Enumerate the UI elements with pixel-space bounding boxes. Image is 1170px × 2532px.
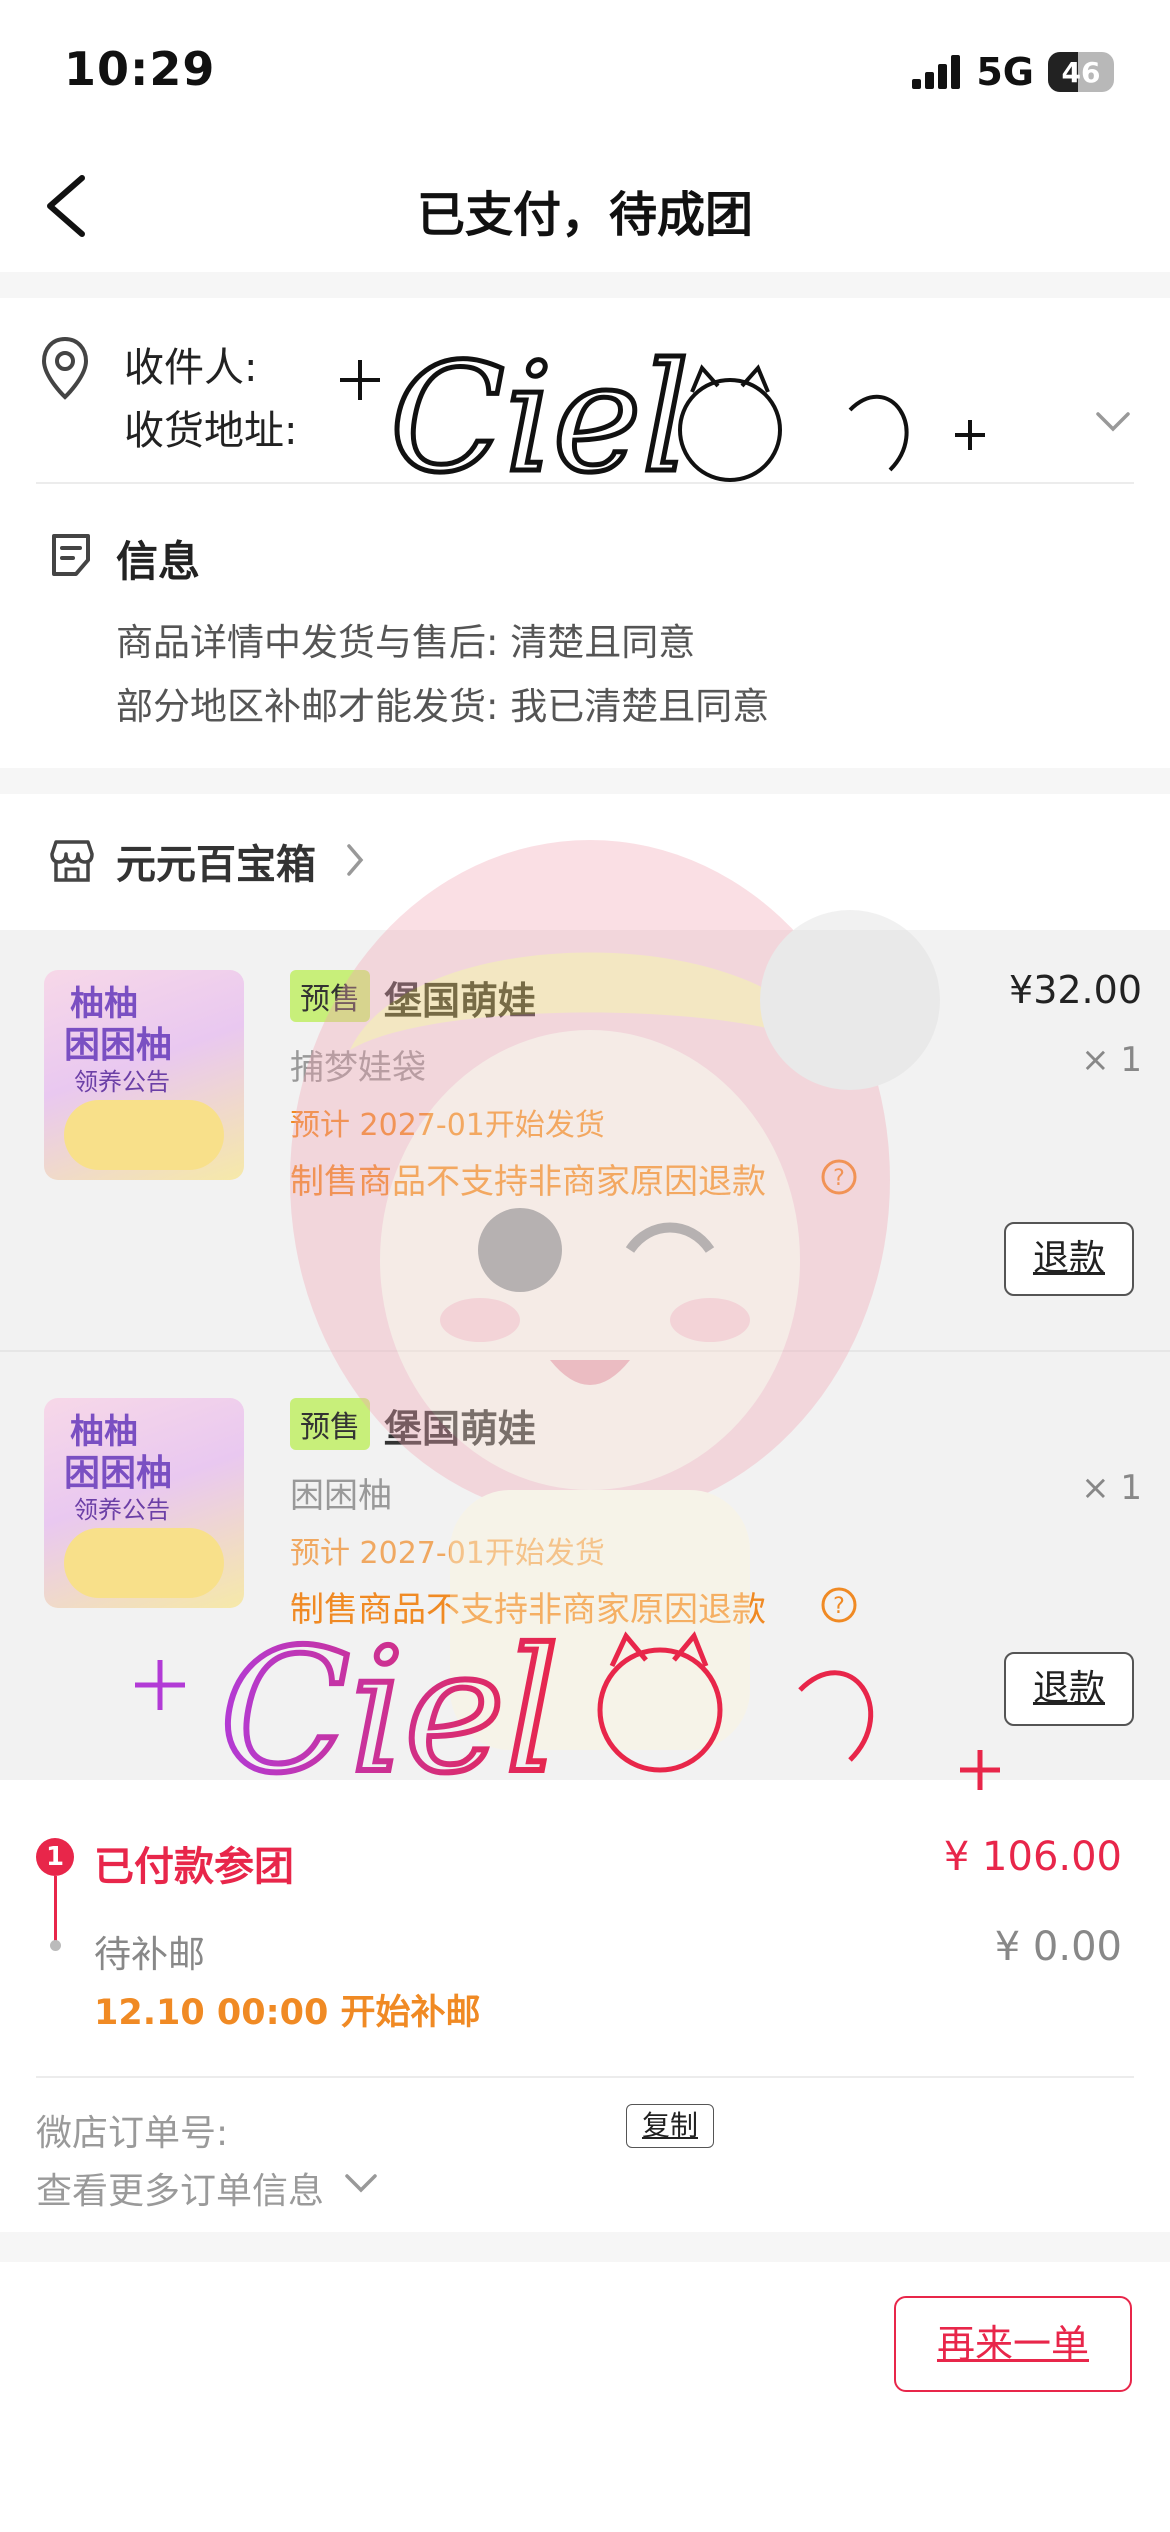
- product-name: 堡国萌娃: [384, 1407, 537, 1451]
- presale-tag: 预售: [290, 1398, 370, 1450]
- pending-amount: ¥ 0.00: [994, 1924, 1122, 1970]
- product-qty: × 1: [1081, 1040, 1142, 1080]
- section-gap: [0, 768, 1170, 794]
- pending-note: 12.10 00:00 开始补邮: [94, 1993, 481, 2033]
- timeline-line: [54, 1876, 57, 1942]
- presale-tag: 预售: [290, 970, 370, 1022]
- product-variant: 捕梦娃袋: [290, 1048, 426, 1088]
- help-icon[interactable]: ?: [820, 1586, 858, 1624]
- refund-policy: 制售商品不支持非商家原因退款: [290, 1590, 766, 1630]
- product-thumbnail: 柚柚 困困柚 领养公告: [44, 1398, 244, 1608]
- product-price: ¥32.00: [1009, 968, 1142, 1012]
- pending-label: 待补邮: [94, 1933, 205, 1976]
- section-gap: [0, 272, 1170, 298]
- timeline-dot: [50, 1940, 61, 1951]
- step-badge: 1: [36, 1838, 74, 1876]
- refund-button[interactable]: 退款: [1004, 1652, 1134, 1726]
- order-number-label: 微店订单号:: [36, 2113, 229, 2154]
- divider: [36, 2076, 1134, 2078]
- status-time: 10:29: [64, 42, 216, 96]
- chevron-down-icon[interactable]: [1095, 410, 1131, 434]
- refund-policy: 制售商品不支持非商家原因退款: [290, 1162, 766, 1202]
- info-note-icon: [52, 534, 90, 576]
- product-name: 堡国萌娃: [384, 979, 537, 1023]
- product-thumbnail: 柚柚 困困柚 领养公告: [44, 970, 244, 1180]
- product-variant: 困困柚: [290, 1476, 392, 1516]
- chevron-right-icon[interactable]: [345, 842, 365, 878]
- copy-button[interactable]: 复制: [626, 2104, 714, 2148]
- help-icon[interactable]: ?: [820, 1158, 858, 1196]
- paid-amount: ¥ 106.00: [943, 1834, 1122, 1880]
- ship-note: 预计 2027-01开始发货: [290, 1536, 605, 1571]
- reorder-button[interactable]: 再来一单: [894, 2296, 1132, 2392]
- chevron-down-icon[interactable]: [344, 2172, 378, 2196]
- svg-text:?: ?: [833, 1594, 845, 1619]
- info-line: 部分地区补邮才能发货: 我已清楚且同意: [116, 685, 770, 728]
- refund-button[interactable]: 退款: [1004, 1222, 1134, 1296]
- divider: [36, 482, 1134, 484]
- page-title: 已支付，待成团: [416, 187, 753, 243]
- paid-label: 已付款参团: [94, 1844, 294, 1890]
- signal-icon: [912, 55, 961, 89]
- shop-name[interactable]: 元元百宝箱: [116, 832, 316, 890]
- product-qty: × 1: [1081, 1468, 1142, 1508]
- recipient-label: 收件人:: [124, 345, 258, 391]
- address-label: 收货地址:: [124, 408, 298, 454]
- svg-text:?: ?: [833, 1166, 845, 1191]
- product-item[interactable]: 柚柚 困困柚 领养公告 预售 堡国萌娃 困困柚 预计 2027-01开始发货 制…: [0, 1352, 1170, 1780]
- section-gap: [0, 2232, 1170, 2262]
- ship-note: 预计 2027-01开始发货: [290, 1108, 605, 1143]
- status-icons: 5G 46: [912, 50, 1114, 94]
- product-item[interactable]: 柚柚 困困柚 领养公告 预售 堡国萌娃 捕梦娃袋 预计 2027-01开始发货 …: [0, 930, 1170, 1350]
- info-line: 商品详情中发货与售后: 清楚且同意: [116, 621, 696, 664]
- network-type: 5G: [976, 50, 1034, 94]
- info-title: 信息: [116, 537, 201, 586]
- more-order-info[interactable]: 查看更多订单信息: [36, 2162, 324, 2214]
- shop-icon: [50, 840, 94, 882]
- location-pin-icon: [41, 336, 89, 400]
- battery-icon: 46: [1048, 52, 1114, 92]
